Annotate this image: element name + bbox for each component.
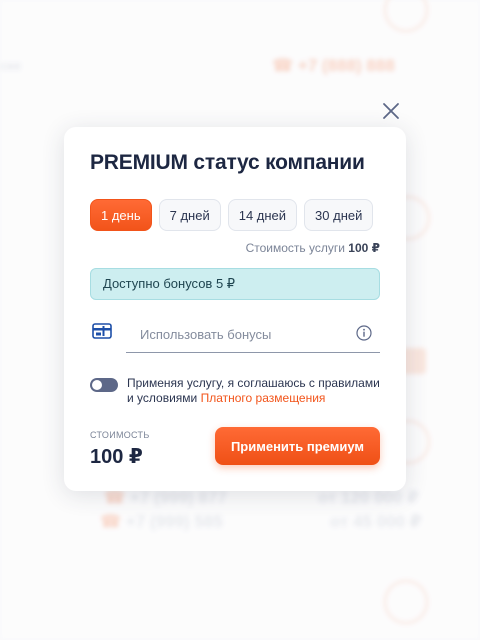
apply-premium-button[interactable]: Применить премиум — [215, 427, 380, 465]
period-30-days-button[interactable]: 30 дней — [304, 199, 374, 231]
cost-label: СТОИМОСТЬ — [90, 430, 150, 440]
paid-placement-link[interactable]: Платного размещения — [201, 391, 326, 405]
service-cost-label: Стоимость услуги — [245, 241, 345, 255]
bonus-available-banner: Доступно бонусов 5 ₽ — [90, 268, 380, 300]
agreement-toggle[interactable] — [90, 378, 118, 392]
period-14-days-button[interactable]: 14 дней — [227, 199, 298, 231]
bonus-field-row — [90, 317, 380, 355]
agreement-text: Применяя услугу, я соглашаюсь с правилам… — [127, 376, 385, 406]
bonus-input[interactable] — [126, 317, 380, 353]
cost-value: 100 ₽ — [90, 446, 143, 468]
period-7-days-button[interactable]: 7 дней — [158, 199, 221, 231]
info-icon[interactable] — [356, 325, 372, 341]
period-1-day-button[interactable]: 1 день — [90, 199, 152, 231]
toggle-knob — [92, 380, 102, 390]
credit-card-icon — [92, 323, 112, 339]
premium-modal: PREMIUM статус компании 1 день 7 дней 14… — [64, 127, 406, 491]
modal-title: PREMIUM статус компании — [90, 151, 365, 174]
period-selector: 1 день 7 дней 14 дней 30 дней — [90, 199, 374, 231]
close-icon[interactable] — [380, 100, 402, 122]
service-cost-value: 100 ₽ — [348, 241, 380, 255]
service-cost: Стоимость услуги 100 ₽ — [246, 241, 380, 255]
